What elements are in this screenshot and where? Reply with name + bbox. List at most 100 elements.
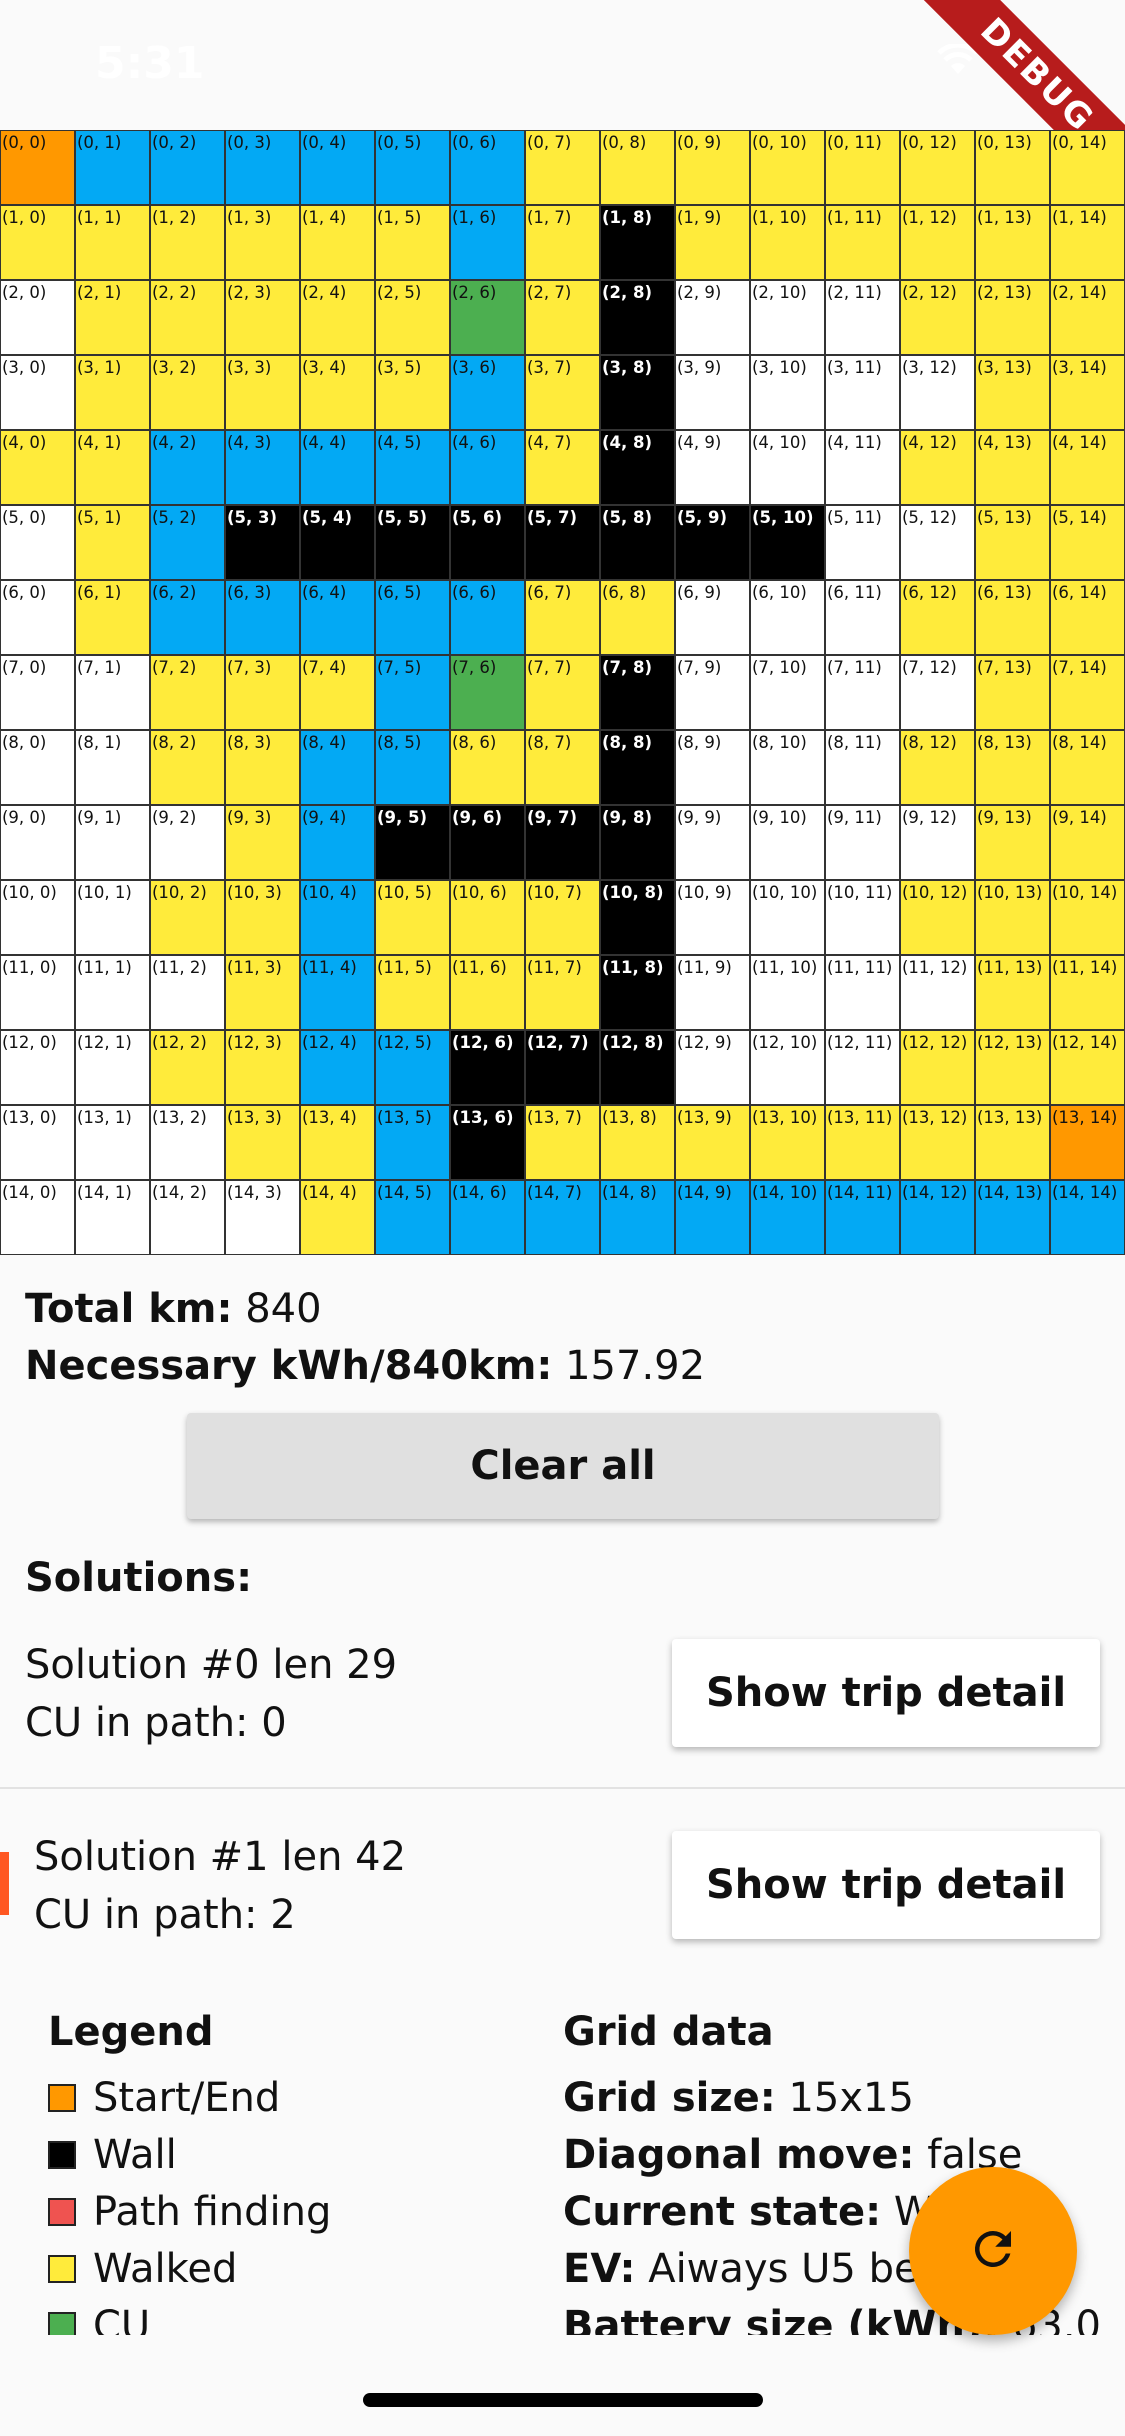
solution-1[interactable]: Solution #1 len 42 CU in path: 2 bbox=[34, 1828, 406, 1944]
grid-cell[interactable]: (3, 7) bbox=[525, 355, 600, 430]
show-trip-detail-button-0[interactable]: Show trip detail bbox=[672, 1639, 1100, 1747]
grid-cell[interactable]: (7, 0) bbox=[0, 655, 75, 730]
grid-cell[interactable]: (8, 1) bbox=[75, 730, 150, 805]
grid-cell[interactable]: (5, 11) bbox=[825, 505, 900, 580]
grid-cell[interactable]: (12, 5) bbox=[375, 1030, 450, 1105]
grid-cell[interactable]: (3, 2) bbox=[150, 355, 225, 430]
grid-cell[interactable]: (10, 7) bbox=[525, 880, 600, 955]
grid-cell[interactable]: (14, 12) bbox=[900, 1180, 975, 1255]
grid-cell[interactable]: (13, 12) bbox=[900, 1105, 975, 1180]
grid-cell[interactable]: (10, 1) bbox=[75, 880, 150, 955]
grid-cell[interactable]: (5, 9) bbox=[675, 505, 750, 580]
solution-0[interactable]: Solution #0 len 29 CU in path: 0 bbox=[25, 1636, 397, 1752]
grid-cell[interactable]: (7, 11) bbox=[825, 655, 900, 730]
grid-cell[interactable]: (3, 14) bbox=[1050, 355, 1125, 430]
home-indicator[interactable] bbox=[363, 2393, 763, 2407]
grid-cell[interactable]: (14, 6) bbox=[450, 1180, 525, 1255]
grid-cell[interactable]: (7, 1) bbox=[75, 655, 150, 730]
grid-cell[interactable]: (5, 5) bbox=[375, 505, 450, 580]
grid-cell[interactable]: (6, 5) bbox=[375, 580, 450, 655]
grid-cell[interactable]: (5, 3) bbox=[225, 505, 300, 580]
grid-cell[interactable]: (14, 10) bbox=[750, 1180, 825, 1255]
grid-cell[interactable]: (7, 6) bbox=[450, 655, 525, 730]
grid-cell[interactable]: (12, 12) bbox=[900, 1030, 975, 1105]
grid-cell[interactable]: (14, 14) bbox=[1050, 1180, 1125, 1255]
grid-cell[interactable]: (8, 6) bbox=[450, 730, 525, 805]
grid-cell[interactable]: (11, 10) bbox=[750, 955, 825, 1030]
grid-cell[interactable]: (12, 0) bbox=[0, 1030, 75, 1105]
grid-cell[interactable]: (4, 7) bbox=[525, 430, 600, 505]
grid-cell[interactable]: (13, 2) bbox=[150, 1105, 225, 1180]
grid-cell[interactable]: (11, 7) bbox=[525, 955, 600, 1030]
grid-cell[interactable]: (10, 9) bbox=[675, 880, 750, 955]
grid-cell[interactable]: (3, 3) bbox=[225, 355, 300, 430]
grid-cell[interactable]: (0, 2) bbox=[150, 130, 225, 205]
grid-cell[interactable]: (9, 14) bbox=[1050, 805, 1125, 880]
grid-cell[interactable]: (1, 10) bbox=[750, 205, 825, 280]
grid-cell[interactable]: (14, 3) bbox=[225, 1180, 300, 1255]
grid-cell[interactable]: (1, 4) bbox=[300, 205, 375, 280]
grid-cell[interactable]: (13, 6) bbox=[450, 1105, 525, 1180]
grid-cell[interactable]: (4, 11) bbox=[825, 430, 900, 505]
grid-cell[interactable]: (1, 11) bbox=[825, 205, 900, 280]
grid-cell[interactable]: (1, 13) bbox=[975, 205, 1050, 280]
grid-cell[interactable]: (11, 6) bbox=[450, 955, 525, 1030]
grid-cell[interactable]: (12, 8) bbox=[600, 1030, 675, 1105]
grid-cell[interactable]: (13, 8) bbox=[600, 1105, 675, 1180]
grid-cell[interactable]: (14, 2) bbox=[150, 1180, 225, 1255]
grid-cell[interactable]: (10, 10) bbox=[750, 880, 825, 955]
grid-cell[interactable]: (1, 14) bbox=[1050, 205, 1125, 280]
grid-cell[interactable]: (2, 14) bbox=[1050, 280, 1125, 355]
grid-cell[interactable]: (1, 0) bbox=[0, 205, 75, 280]
grid-cell[interactable]: (2, 6) bbox=[450, 280, 525, 355]
grid-cell[interactable]: (12, 13) bbox=[975, 1030, 1050, 1105]
grid-cell[interactable]: (8, 7) bbox=[525, 730, 600, 805]
grid-cell[interactable]: (2, 4) bbox=[300, 280, 375, 355]
grid-cell[interactable]: (3, 6) bbox=[450, 355, 525, 430]
grid-cell[interactable]: (11, 14) bbox=[1050, 955, 1125, 1030]
grid-cell[interactable]: (11, 3) bbox=[225, 955, 300, 1030]
grid-cell[interactable]: (2, 1) bbox=[75, 280, 150, 355]
grid-cell[interactable]: (5, 14) bbox=[1050, 505, 1125, 580]
grid-cell[interactable]: (1, 6) bbox=[450, 205, 525, 280]
refresh-button[interactable] bbox=[909, 2167, 1077, 2335]
grid-cell[interactable]: (0, 10) bbox=[750, 130, 825, 205]
grid-cell[interactable]: (9, 4) bbox=[300, 805, 375, 880]
grid-cell[interactable]: (4, 1) bbox=[75, 430, 150, 505]
grid-cell[interactable]: (12, 14) bbox=[1050, 1030, 1125, 1105]
grid-cell[interactable]: (3, 4) bbox=[300, 355, 375, 430]
grid-cell[interactable]: (5, 7) bbox=[525, 505, 600, 580]
grid-cell[interactable]: (2, 2) bbox=[150, 280, 225, 355]
grid-cell[interactable]: (2, 12) bbox=[900, 280, 975, 355]
grid-cell[interactable]: (9, 5) bbox=[375, 805, 450, 880]
grid-cell[interactable]: (7, 5) bbox=[375, 655, 450, 730]
grid-cell[interactable]: (2, 5) bbox=[375, 280, 450, 355]
grid-cell[interactable]: (8, 11) bbox=[825, 730, 900, 805]
grid-cell[interactable]: (2, 10) bbox=[750, 280, 825, 355]
grid-cell[interactable]: (6, 10) bbox=[750, 580, 825, 655]
grid-cell[interactable]: (0, 7) bbox=[525, 130, 600, 205]
grid-cell[interactable]: (6, 14) bbox=[1050, 580, 1125, 655]
grid-cell[interactable]: (10, 2) bbox=[150, 880, 225, 955]
grid-cell[interactable]: (11, 2) bbox=[150, 955, 225, 1030]
grid-cell[interactable]: (8, 14) bbox=[1050, 730, 1125, 805]
grid-cell[interactable]: (11, 1) bbox=[75, 955, 150, 1030]
grid-cell[interactable]: (3, 13) bbox=[975, 355, 1050, 430]
grid-cell[interactable]: (8, 2) bbox=[150, 730, 225, 805]
grid-cell[interactable]: (0, 1) bbox=[75, 130, 150, 205]
grid-cell[interactable]: (13, 11) bbox=[825, 1105, 900, 1180]
grid-cell[interactable]: (9, 3) bbox=[225, 805, 300, 880]
grid-cell[interactable]: (0, 13) bbox=[975, 130, 1050, 205]
grid-cell[interactable]: (3, 5) bbox=[375, 355, 450, 430]
grid-cell[interactable]: (6, 8) bbox=[600, 580, 675, 655]
grid-cell[interactable]: (14, 13) bbox=[975, 1180, 1050, 1255]
grid-cell[interactable]: (12, 6) bbox=[450, 1030, 525, 1105]
grid-cell[interactable]: (4, 2) bbox=[150, 430, 225, 505]
grid-cell[interactable]: (11, 5) bbox=[375, 955, 450, 1030]
grid-cell[interactable]: (4, 13) bbox=[975, 430, 1050, 505]
grid-cell[interactable]: (1, 3) bbox=[225, 205, 300, 280]
grid-cell[interactable]: (9, 11) bbox=[825, 805, 900, 880]
grid-cell[interactable]: (3, 10) bbox=[750, 355, 825, 430]
grid-cell[interactable]: (11, 13) bbox=[975, 955, 1050, 1030]
grid-cell[interactable]: (5, 12) bbox=[900, 505, 975, 580]
